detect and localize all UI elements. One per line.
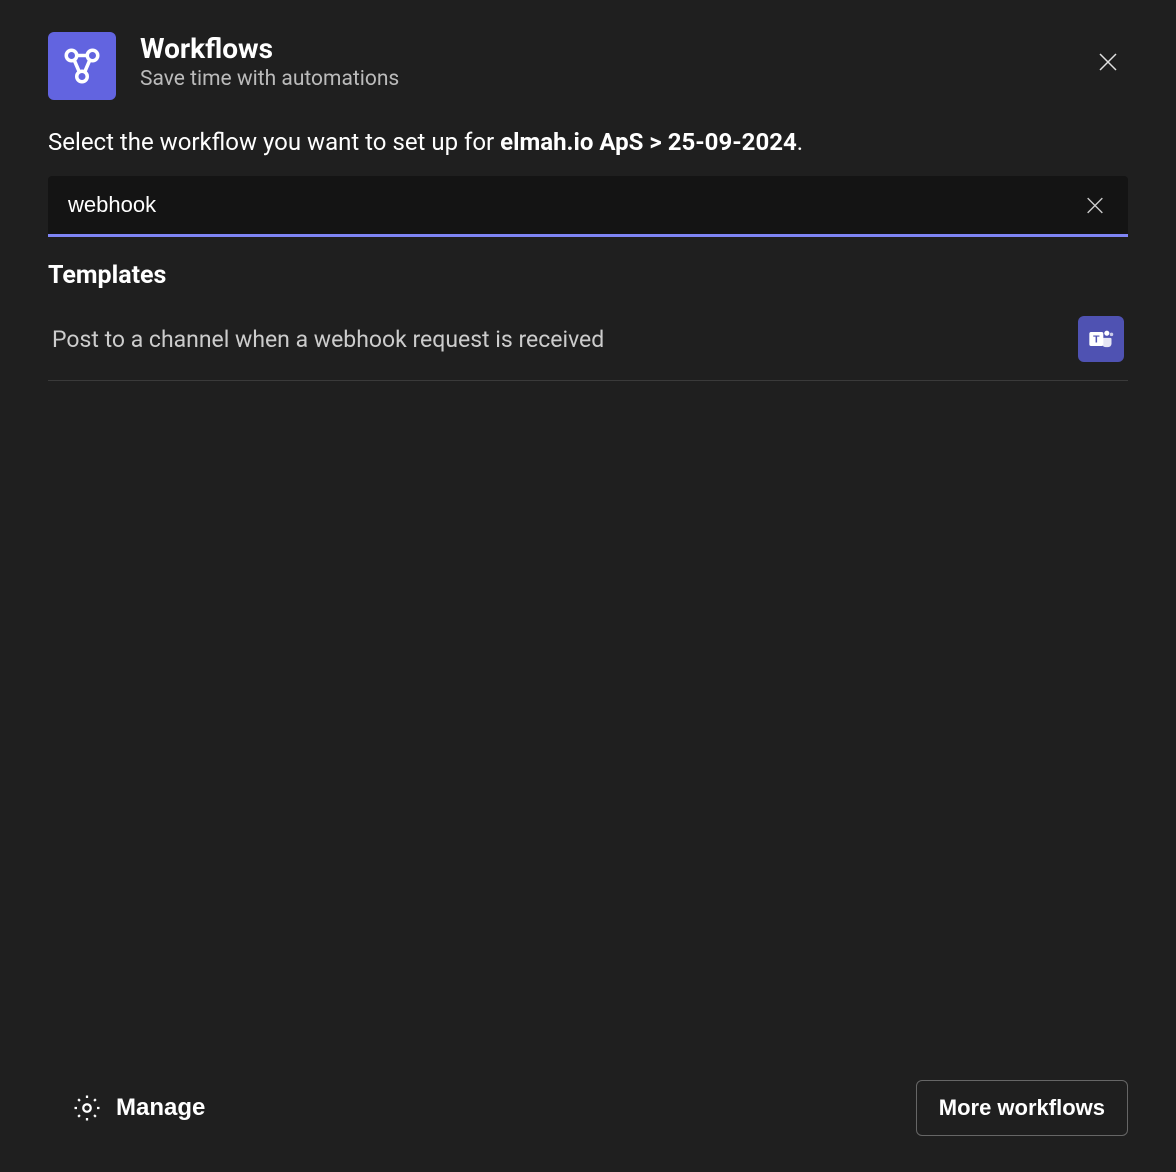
- more-workflows-button[interactable]: More workflows: [916, 1080, 1128, 1136]
- gear-icon: [72, 1093, 102, 1123]
- dialog-footer: Manage More workflows: [48, 1056, 1128, 1136]
- workflows-app-icon: [48, 32, 116, 100]
- template-name: Post to a channel when a webhook request…: [52, 326, 604, 353]
- description-text: Select the workflow you want to set up f…: [48, 128, 1128, 156]
- dialog-title: Workflows: [140, 32, 1088, 65]
- description-prefix: Select the workflow you want to set up f…: [48, 128, 500, 156]
- manage-button[interactable]: Manage: [48, 1085, 205, 1131]
- svg-text:T: T: [1093, 334, 1100, 346]
- template-item[interactable]: Post to a channel when a webhook request…: [48, 302, 1128, 381]
- dialog-header: Workflows Save time with automations: [48, 32, 1128, 100]
- dialog-subtitle: Save time with automations: [140, 67, 1088, 91]
- teams-icon: T: [1087, 325, 1115, 353]
- clear-search-button[interactable]: [1080, 190, 1110, 223]
- teams-app-icon: T: [1078, 316, 1124, 362]
- close-icon: [1084, 194, 1106, 216]
- close-button[interactable]: [1088, 42, 1128, 85]
- header-text: Workflows Save time with automations: [140, 32, 1088, 91]
- close-icon: [1096, 50, 1120, 74]
- description-suffix: .: [797, 128, 803, 156]
- search-input[interactable]: [48, 176, 1128, 237]
- templates-section-title: Templates: [48, 261, 1128, 290]
- search-container: [48, 176, 1128, 237]
- manage-label: Manage: [116, 1094, 205, 1122]
- description-target: elmah.io ApS > 25-09-2024: [500, 128, 797, 156]
